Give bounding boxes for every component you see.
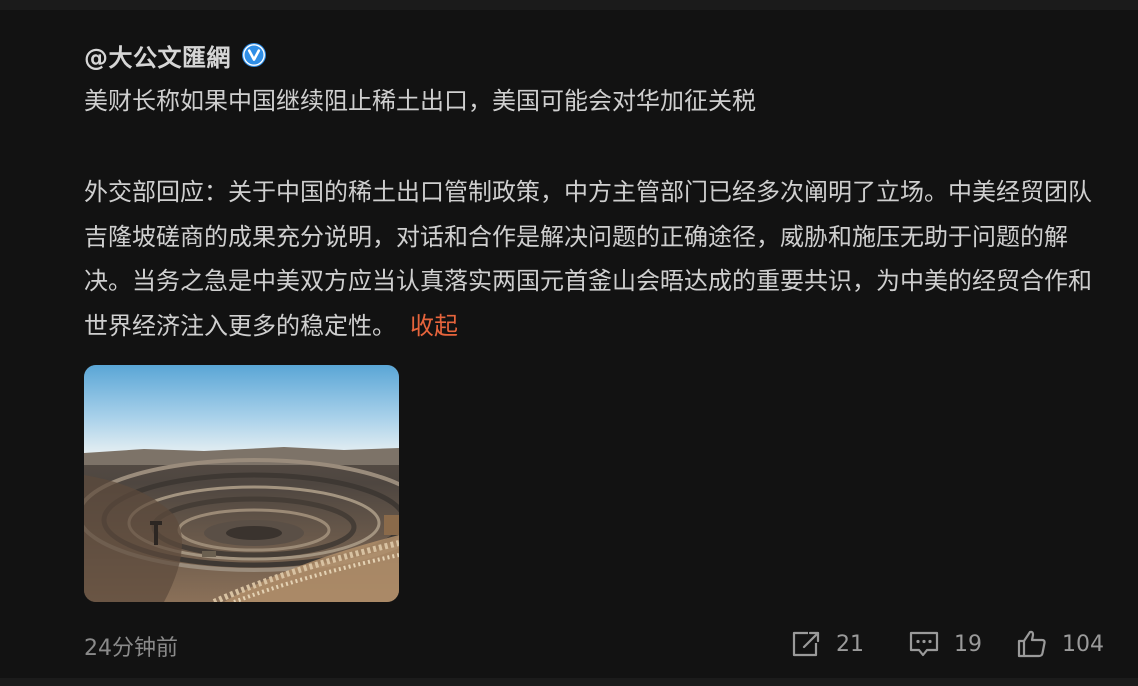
post-footer: 24分钟前 21 19 104 (84, 624, 1104, 664)
collapse-link[interactable]: 收起 (410, 312, 458, 340)
post-body-text: 外交部回应：关于中国的稀土出口管制政策，中方主管部门已经多次阐明了立场。中美经贸… (84, 178, 1092, 340)
bottom-divider (0, 678, 1138, 686)
author-row: @大公文匯網 (84, 38, 267, 72)
verified-badge-icon (241, 42, 267, 68)
like-count: 104 (1062, 631, 1104, 657)
post-timestamp: 24分钟前 (84, 636, 178, 661)
comment-count: 19 (954, 631, 982, 657)
author-name[interactable]: @大公文匯網 (84, 38, 231, 73)
thumbs-up-icon (1016, 629, 1048, 659)
comment-icon (908, 629, 940, 659)
share-count: 21 (836, 631, 864, 657)
post-body: 外交部回应：关于中国的稀土出口管制政策，中方主管部门已经多次阐明了立场。中美经贸… (84, 170, 1094, 348)
post-card: @大公文匯網 美财长称如果中国继续阻止稀土出口，美国可能会对华加征关税 外交部回… (0, 10, 1138, 678)
like-button[interactable]: 104 (1016, 624, 1104, 664)
mine-photo-icon (84, 365, 399, 602)
post-headline: 美财长称如果中国继续阻止稀土出口，美国可能会对华加征关税 (84, 87, 756, 115)
share-button[interactable]: 21 (790, 624, 864, 664)
top-divider (0, 0, 1138, 10)
comment-button[interactable]: 19 (908, 624, 982, 664)
share-icon (790, 629, 822, 659)
post-image-open-pit-mine[interactable] (84, 365, 399, 602)
